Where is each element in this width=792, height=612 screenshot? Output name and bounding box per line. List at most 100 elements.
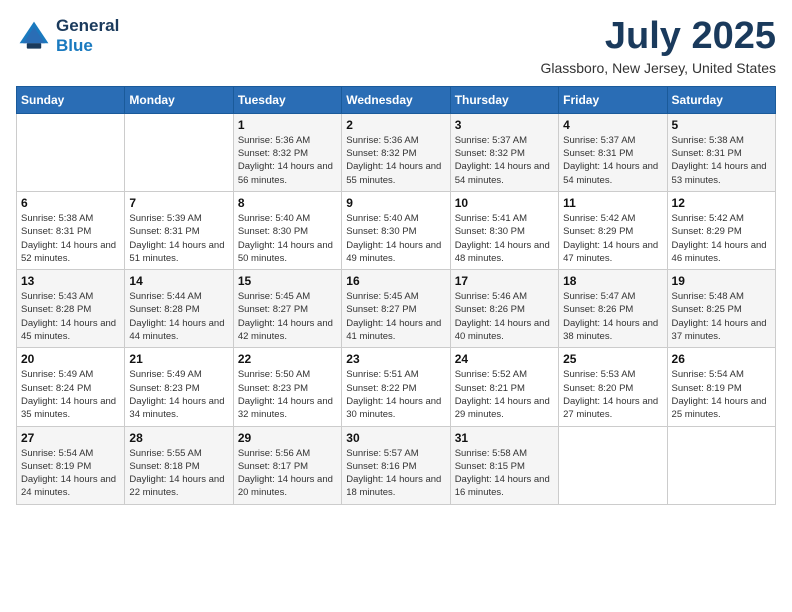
day-info: Sunrise: 5:43 AM Sunset: 8:28 PM Dayligh…: [21, 290, 120, 343]
day-number: 26: [672, 352, 771, 366]
day-cell: 27 Sunrise: 5:54 AM Sunset: 8:19 PM Dayli…: [17, 426, 125, 504]
day-info: Sunrise: 5:42 AM Sunset: 8:29 PM Dayligh…: [672, 212, 771, 265]
week-row-5: 27 Sunrise: 5:54 AM Sunset: 8:19 PM Dayli…: [17, 426, 776, 504]
day-cell: 16Sunrise: 5:45 AM Sunset: 8:27 PM Dayli…: [342, 270, 450, 348]
week-row-2: 6 Sunrise: 5:38 AM Sunset: 8:31 PM Daylig…: [17, 191, 776, 269]
header-friday: Friday: [559, 86, 667, 113]
header-tuesday: Tuesday: [233, 86, 341, 113]
day-number: 3: [455, 118, 554, 132]
day-info: Sunrise: 5:48 AM Sunset: 8:25 PM Dayligh…: [672, 290, 771, 343]
day-cell: 13 Sunrise: 5:43 AM Sunset: 8:28 PM Dayli…: [17, 270, 125, 348]
day-cell: [125, 113, 233, 191]
header-sunday: Sunday: [17, 86, 125, 113]
day-number: 17: [455, 274, 554, 288]
day-info: Sunrise: 5:38 AM Sunset: 8:31 PM Dayligh…: [21, 212, 120, 265]
day-info: Sunrise: 5:42 AM Sunset: 8:29 PM Dayligh…: [563, 212, 662, 265]
day-number: 5: [672, 118, 771, 132]
day-cell: 23Sunrise: 5:51 AM Sunset: 8:22 PM Dayli…: [342, 348, 450, 426]
logo-text: General Blue: [56, 16, 119, 55]
day-info: Sunrise: 5:51 AM Sunset: 8:22 PM Dayligh…: [346, 368, 445, 421]
day-info: Sunrise: 5:56 AM Sunset: 8:17 PM Dayligh…: [238, 447, 337, 500]
day-cell: 14 Sunrise: 5:44 AM Sunset: 8:28 PM Dayli…: [125, 270, 233, 348]
day-cell: 2 Sunrise: 5:36 AM Sunset: 8:32 PM Daylig…: [342, 113, 450, 191]
day-cell: 3 Sunrise: 5:37 AM Sunset: 8:32 PM Daylig…: [450, 113, 558, 191]
day-cell: 28Sunrise: 5:55 AM Sunset: 8:18 PM Dayli…: [125, 426, 233, 504]
calendar-table: SundayMondayTuesdayWednesdayThursdayFrid…: [16, 86, 776, 505]
day-info: Sunrise: 5:37 AM Sunset: 8:31 PM Dayligh…: [563, 134, 662, 187]
day-cell: 1Sunrise: 5:36 AM Sunset: 8:32 PM Daylig…: [233, 113, 341, 191]
day-info: Sunrise: 5:53 AM Sunset: 8:20 PM Dayligh…: [563, 368, 662, 421]
day-info: Sunrise: 5:36 AM Sunset: 8:32 PM Dayligh…: [346, 134, 445, 187]
day-info: Sunrise: 5:46 AM Sunset: 8:26 PM Dayligh…: [455, 290, 554, 343]
day-number: 25: [563, 352, 662, 366]
day-number: 15: [238, 274, 337, 288]
day-info: Sunrise: 5:50 AM Sunset: 8:23 PM Dayligh…: [238, 368, 337, 421]
day-cell: 12 Sunrise: 5:42 AM Sunset: 8:29 PM Dayli…: [667, 191, 775, 269]
day-cell: [17, 113, 125, 191]
day-number: 24: [455, 352, 554, 366]
day-cell: 11Sunrise: 5:42 AM Sunset: 8:29 PM Dayli…: [559, 191, 667, 269]
day-info: Sunrise: 5:57 AM Sunset: 8:16 PM Dayligh…: [346, 447, 445, 500]
day-info: Sunrise: 5:40 AM Sunset: 8:30 PM Dayligh…: [346, 212, 445, 265]
day-cell: 9 Sunrise: 5:40 AM Sunset: 8:30 PM Daylig…: [342, 191, 450, 269]
day-cell: 21Sunrise: 5:49 AM Sunset: 8:23 PM Dayli…: [125, 348, 233, 426]
day-cell: 17 Sunrise: 5:46 AM Sunset: 8:26 PM Dayli…: [450, 270, 558, 348]
day-info: Sunrise: 5:47 AM Sunset: 8:26 PM Dayligh…: [563, 290, 662, 343]
week-row-4: 20 Sunrise: 5:49 AM Sunset: 8:24 PM Dayli…: [17, 348, 776, 426]
day-number: 10: [455, 196, 554, 210]
day-cell: 20 Sunrise: 5:49 AM Sunset: 8:24 PM Dayli…: [17, 348, 125, 426]
day-info: Sunrise: 5:58 AM Sunset: 8:15 PM Dayligh…: [455, 447, 554, 500]
day-info: Sunrise: 5:52 AM Sunset: 8:21 PM Dayligh…: [455, 368, 554, 421]
day-number: 14: [129, 274, 228, 288]
day-info: Sunrise: 5:54 AM Sunset: 8:19 PM Dayligh…: [21, 447, 120, 500]
logo-icon: [16, 18, 52, 54]
day-info: Sunrise: 5:40 AM Sunset: 8:30 PM Dayligh…: [238, 212, 337, 265]
day-number: 19: [672, 274, 771, 288]
day-cell: 26 Sunrise: 5:54 AM Sunset: 8:19 PM Dayli…: [667, 348, 775, 426]
day-cell: 25 Sunrise: 5:53 AM Sunset: 8:20 PM Dayli…: [559, 348, 667, 426]
day-number: 4: [563, 118, 662, 132]
day-info: Sunrise: 5:55 AM Sunset: 8:18 PM Dayligh…: [129, 447, 228, 500]
day-cell: 18Sunrise: 5:47 AM Sunset: 8:26 PM Dayli…: [559, 270, 667, 348]
day-cell: 4 Sunrise: 5:37 AM Sunset: 8:31 PM Daylig…: [559, 113, 667, 191]
day-cell: 6 Sunrise: 5:38 AM Sunset: 8:31 PM Daylig…: [17, 191, 125, 269]
day-info: Sunrise: 5:37 AM Sunset: 8:32 PM Dayligh…: [455, 134, 554, 187]
day-number: 8: [238, 196, 337, 210]
day-info: Sunrise: 5:38 AM Sunset: 8:31 PM Dayligh…: [672, 134, 771, 187]
week-row-3: 13 Sunrise: 5:43 AM Sunset: 8:28 PM Dayli…: [17, 270, 776, 348]
day-info: Sunrise: 5:49 AM Sunset: 8:24 PM Dayligh…: [21, 368, 120, 421]
day-number: 31: [455, 431, 554, 445]
day-cell: 19 Sunrise: 5:48 AM Sunset: 8:25 PM Dayli…: [667, 270, 775, 348]
day-number: 9: [346, 196, 445, 210]
day-number: 20: [21, 352, 120, 366]
week-row-1: 1 Sunrise: 5:36 AM Sunset: 8:32 PM Daylig…: [17, 113, 776, 191]
day-number: 1: [238, 118, 337, 132]
day-cell: 30Sunrise: 5:57 AM Sunset: 8:16 PM Dayli…: [342, 426, 450, 504]
day-info: Sunrise: 5:54 AM Sunset: 8:19 PM Dayligh…: [672, 368, 771, 421]
logo: General Blue: [16, 16, 119, 55]
day-info: Sunrise: 5:44 AM Sunset: 8:28 PM Dayligh…: [129, 290, 228, 343]
day-number: 6: [21, 196, 120, 210]
page-header: General Blue July 2025 Glassboro, New Je…: [16, 16, 776, 76]
day-number: 2: [346, 118, 445, 132]
day-cell: [559, 426, 667, 504]
location: Glassboro, New Jersey, United States: [540, 60, 776, 76]
day-number: 22: [238, 352, 337, 366]
day-cell: 5 Sunrise: 5:38 AM Sunset: 8:31 PM Daylig…: [667, 113, 775, 191]
day-number: 12: [672, 196, 771, 210]
header-wednesday: Wednesday: [342, 86, 450, 113]
day-cell: 29Sunrise: 5:56 AM Sunset: 8:17 PM Dayli…: [233, 426, 341, 504]
day-cell: 22 Sunrise: 5:50 AM Sunset: 8:23 PM Dayli…: [233, 348, 341, 426]
day-cell: 31 Sunrise: 5:58 AM Sunset: 8:15 PM Dayli…: [450, 426, 558, 504]
day-info: Sunrise: 5:49 AM Sunset: 8:23 PM Dayligh…: [129, 368, 228, 421]
day-number: 27: [21, 431, 120, 445]
day-number: 13: [21, 274, 120, 288]
day-cell: 10Sunrise: 5:41 AM Sunset: 8:30 PM Dayli…: [450, 191, 558, 269]
day-cell: [667, 426, 775, 504]
day-cell: 8 Sunrise: 5:40 AM Sunset: 8:30 PM Daylig…: [233, 191, 341, 269]
header-thursday: Thursday: [450, 86, 558, 113]
day-cell: 7Sunrise: 5:39 AM Sunset: 8:31 PM Daylig…: [125, 191, 233, 269]
day-number: 16: [346, 274, 445, 288]
month-title: July 2025: [540, 16, 776, 58]
day-cell: 15Sunrise: 5:45 AM Sunset: 8:27 PM Dayli…: [233, 270, 341, 348]
